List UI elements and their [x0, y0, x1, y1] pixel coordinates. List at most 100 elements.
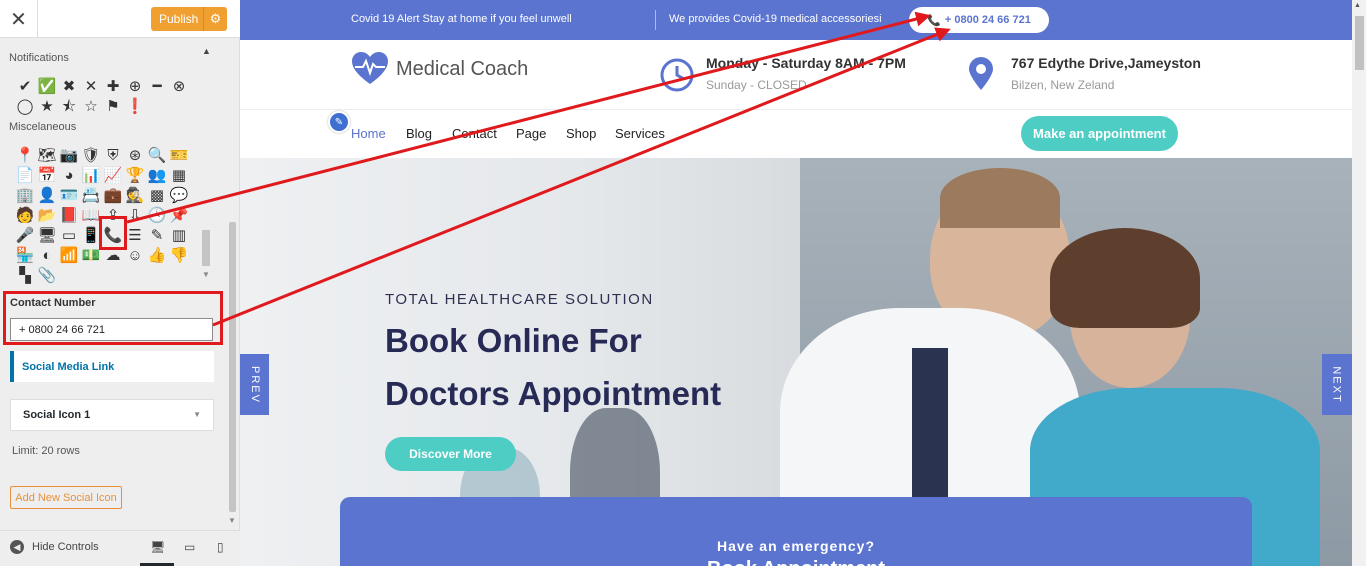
desktop-preview-icon[interactable]: 🖥: [150, 540, 165, 554]
plus-circle-icon[interactable]: ⊕: [124, 76, 146, 96]
paperclip-icon[interactable]: 📎: [36, 265, 58, 285]
microphone-icon[interactable]: 🎤: [14, 225, 36, 245]
next-label: NEXT: [1331, 365, 1343, 404]
shield-icon[interactable]: ⛨: [102, 145, 124, 165]
life-ring-icon[interactable]: ⊛: [124, 145, 146, 165]
line-chart-icon[interactable]: 📈: [102, 165, 124, 185]
window-scroll-up-arrow-icon[interactable]: ▲: [1354, 2, 1361, 9]
document-icon[interactable]: 📄: [14, 165, 36, 185]
address-book-icon[interactable]: 📇: [80, 185, 102, 205]
limit-rows-text: Limit: 20 rows: [12, 445, 80, 457]
nav-page[interactable]: Page: [516, 126, 546, 141]
check-circle-icon[interactable]: ✅: [36, 76, 58, 96]
emergency-title: Have an emergency?: [716, 538, 876, 554]
exclamation-circle-icon[interactable]: ❗: [124, 96, 146, 116]
top-bar: Covid 19 Alert Stay at home if you feel …: [240, 0, 1352, 40]
comment-icon[interactable]: 💬: [168, 185, 190, 205]
hide-controls-label: Hide Controls: [32, 541, 99, 553]
notification-icons-grid: ✔ ✅ ✖ ✕ ✚ ⊕ ━ ⊗ ◯ ★ ⯪ ☆ ⚑ ❗: [14, 76, 190, 116]
eyedropper-icon[interactable]: ✎: [146, 225, 168, 245]
building-columns-icon[interactable]: ▥: [168, 225, 190, 245]
slider-next-button[interactable]: NEXT: [1322, 354, 1352, 415]
address-title: 767 Edythe Drive,Jameyston: [1011, 55, 1201, 71]
close-customizer-button[interactable]: ✕: [0, 0, 38, 38]
location-icon[interactable]: 📌: [168, 205, 190, 225]
slider-prev-button[interactable]: PREV: [240, 354, 269, 415]
edit-menu-pencil-icon[interactable]: ✎: [328, 111, 350, 133]
calendar-icon[interactable]: 📅: [36, 165, 58, 185]
flag-icon[interactable]: ⚑: [102, 96, 124, 116]
camera-icon[interactable]: 📷: [58, 145, 80, 165]
times-circle-icon[interactable]: ⊗: [168, 76, 190, 96]
add-new-social-icon-button[interactable]: Add New Social Icon: [10, 486, 122, 509]
window-scrollbar[interactable]: [1352, 0, 1366, 566]
close-icon[interactable]: ✕: [80, 76, 102, 96]
signal-icon[interactable]: 📶: [58, 245, 80, 265]
pie-chart-icon[interactable]: ◕: [58, 165, 80, 185]
nav-shop[interactable]: Shop: [566, 126, 596, 141]
phone-number-link[interactable]: 📞 + 0800 24 66 721: [909, 7, 1049, 33]
icon-list-scrollbar[interactable]: [202, 230, 210, 266]
adjust-icon[interactable]: ◐: [36, 245, 58, 265]
clock-icon[interactable]: 🕓: [146, 205, 168, 225]
star-outline-icon[interactable]: ☆: [80, 96, 102, 116]
nav-contact[interactable]: Contact: [452, 126, 497, 141]
tablet-icon[interactable]: ▭: [58, 225, 80, 245]
download-icon[interactable]: ⇩: [124, 205, 146, 225]
bar-chart-icon[interactable]: 📊: [80, 165, 102, 185]
qrcode-icon[interactable]: ▩: [146, 185, 168, 205]
make-appointment-button[interactable]: Make an appointment: [1021, 116, 1178, 151]
search-icon[interactable]: 🔍: [146, 145, 168, 165]
hero-title-line1: Book Online For: [385, 322, 642, 359]
calculator-icon[interactable]: ▦: [168, 165, 190, 185]
publish-button[interactable]: Publish ⚙: [151, 7, 227, 31]
star-half-icon[interactable]: ⯪: [58, 96, 80, 116]
book-icon[interactable]: 📕: [58, 205, 80, 225]
smile-icon[interactable]: ☺: [124, 245, 146, 265]
check-icon[interactable]: ✔: [14, 76, 36, 96]
plus-icon[interactable]: ✚: [102, 76, 124, 96]
panel-scrollbar-thumb[interactable]: [229, 222, 236, 512]
mobile-preview-icon[interactable]: ▯: [217, 540, 224, 554]
trophy-icon[interactable]: 🏆: [124, 165, 146, 185]
user-tie-icon[interactable]: 🧑: [14, 205, 36, 225]
tablet-preview-icon[interactable]: ▭: [184, 540, 195, 554]
social-media-link-section[interactable]: Social Media Link: [10, 351, 214, 382]
briefcase-icon[interactable]: 💼: [102, 185, 124, 205]
icon-list-scroll-down-arrow-icon[interactable]: ▼: [202, 270, 210, 279]
map-icon[interactable]: 🗺: [36, 145, 58, 165]
minus-icon[interactable]: ━: [146, 76, 168, 96]
building-icon[interactable]: 🏢: [14, 185, 36, 205]
nav-home[interactable]: Home: [351, 126, 386, 141]
shield-half-icon[interactable]: 🛡: [80, 145, 102, 165]
arrow-left-circle-icon: ◀: [10, 540, 24, 554]
star-icon[interactable]: ★: [36, 96, 58, 116]
id-card-icon[interactable]: 🪪: [58, 185, 80, 205]
list-icon[interactable]: ☰: [124, 225, 146, 245]
contact-number-input[interactable]: [10, 318, 213, 341]
thumbs-down-icon[interactable]: 👎: [168, 245, 190, 265]
user-icon[interactable]: 👤: [36, 185, 58, 205]
publish-label: Publish: [159, 12, 199, 26]
hide-controls-button[interactable]: ◀ Hide Controls: [10, 540, 99, 554]
ticket-icon[interactable]: 🎫: [168, 145, 190, 165]
circle-outline-icon[interactable]: ◯: [14, 96, 36, 116]
grid-icon[interactable]: ▚: [14, 265, 36, 285]
nav-blog[interactable]: Blog: [406, 126, 432, 141]
user-secret-icon[interactable]: 🕵: [124, 185, 146, 205]
times-icon[interactable]: ✖: [58, 76, 80, 96]
nav-services[interactable]: Services: [615, 126, 665, 141]
window-scrollbar-thumb[interactable]: [1355, 16, 1364, 70]
social-icon-1-accordion[interactable]: Social Icon 1 ▼: [10, 399, 214, 431]
publish-settings-gear-icon[interactable]: ⚙: [203, 7, 227, 31]
thumbs-up-icon[interactable]: 👍: [146, 245, 168, 265]
site-logo[interactable]: Medical Coach: [352, 52, 528, 86]
panel-scroll-down-arrow-icon[interactable]: ▼: [228, 516, 236, 525]
icon-list-scroll-up-arrow-icon[interactable]: ▲: [202, 46, 211, 56]
store-icon[interactable]: 🏪: [14, 245, 36, 265]
discover-more-button[interactable]: Discover More: [385, 437, 516, 471]
map-marker-icon[interactable]: 📍: [14, 145, 36, 165]
desktop-icon[interactable]: 🖥: [36, 225, 58, 245]
folder-open-icon[interactable]: 📂: [36, 205, 58, 225]
users-icon[interactable]: 👥: [146, 165, 168, 185]
